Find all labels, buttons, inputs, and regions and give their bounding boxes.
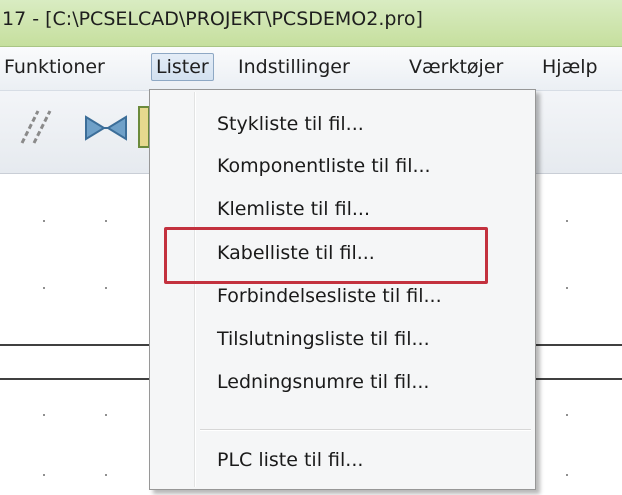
lister-dropdown-menu: Stykliste til fil... Komponentliste til … xyxy=(149,89,536,490)
window-title: 17 - [C:\PCSELCAD\PROJEKT\PCSDEMO2.pro] xyxy=(2,8,423,30)
menu-hjaelp[interactable]: Hjælp xyxy=(538,53,602,81)
grid-dot xyxy=(566,414,568,416)
wire-tool-icon[interactable] xyxy=(18,107,60,151)
menu-item-tilslutningsliste[interactable]: Tilslutningsliste til fil... xyxy=(217,319,430,359)
grid-dot xyxy=(105,287,107,289)
menu-item-stykliste[interactable]: Stykliste til fil... xyxy=(217,104,364,144)
grid-dot xyxy=(566,287,568,289)
menu-item-plc-liste[interactable]: PLC liste til fil... xyxy=(217,440,363,480)
menu-item-ledningsnumre[interactable]: Ledningsnumre til fil... xyxy=(217,362,429,402)
grid-dot xyxy=(105,220,107,222)
menu-icon-gutter xyxy=(194,92,196,487)
grid-dot xyxy=(105,414,107,416)
connector-tool-icon[interactable] xyxy=(82,113,130,147)
grid-dot xyxy=(43,474,45,476)
grid-dot xyxy=(43,287,45,289)
menu-vaerktoejer[interactable]: Værktøjer xyxy=(405,53,507,81)
menu-bar: Funktioner Lister Indstillinger Værktøje… xyxy=(0,47,622,91)
menu-separator xyxy=(200,429,531,431)
menu-item-klemliste[interactable]: Klemliste til fil... xyxy=(217,189,370,229)
grid-dot xyxy=(43,414,45,416)
menu-item-komponentliste[interactable]: Komponentliste til fil... xyxy=(217,146,431,186)
grid-dot xyxy=(566,474,568,476)
menu-lister[interactable]: Lister xyxy=(151,53,214,81)
menu-funktioner[interactable]: Funktioner xyxy=(0,53,109,81)
grid-dot xyxy=(566,220,568,222)
grid-dot xyxy=(43,220,45,222)
highlight-annotation-box xyxy=(164,227,488,284)
menu-indstillinger[interactable]: Indstillinger xyxy=(234,53,354,81)
title-bar: 17 - [C:\PCSELCAD\PROJEKT\PCSDEMO2.pro] xyxy=(0,0,622,47)
grid-dot xyxy=(105,474,107,476)
